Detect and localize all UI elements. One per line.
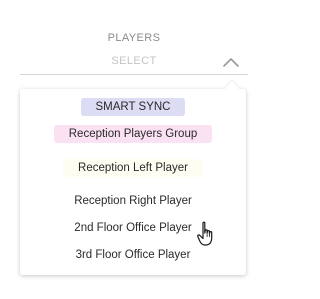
option-label: SMART SYNC	[80, 98, 186, 116]
option-label: 2nd Floor Office Player	[74, 222, 192, 234]
players-dropdown: SMART SYNC Reception Players Group Recep…	[20, 80, 246, 275]
option-label: Reception Players Group	[53, 125, 213, 143]
option-3rd-floor-office-player[interactable]: 3rd Floor Office Player	[20, 244, 246, 266]
option-reception-players-group[interactable]: Reception Players Group	[20, 123, 246, 145]
select-placeholder: SELECT	[111, 55, 157, 67]
option-label: 3rd Floor Office Player	[75, 249, 191, 261]
chevron-up-icon[interactable]	[222, 56, 240, 68]
option-label: Reception Left Player	[63, 159, 203, 177]
option-reception-right-player[interactable]: Reception Right Player	[20, 190, 246, 212]
option-reception-left-player[interactable]: Reception Left Player	[20, 157, 246, 179]
option-label: Reception Right Player	[74, 195, 192, 207]
field-label: PLAYERS	[107, 32, 161, 44]
players-select[interactable]: SELECT	[20, 51, 248, 75]
dropdown-caret	[224, 80, 240, 96]
option-smart-sync[interactable]: SMART SYNC	[20, 96, 246, 118]
option-2nd-floor-office-player[interactable]: 2nd Floor Office Player	[20, 217, 246, 239]
